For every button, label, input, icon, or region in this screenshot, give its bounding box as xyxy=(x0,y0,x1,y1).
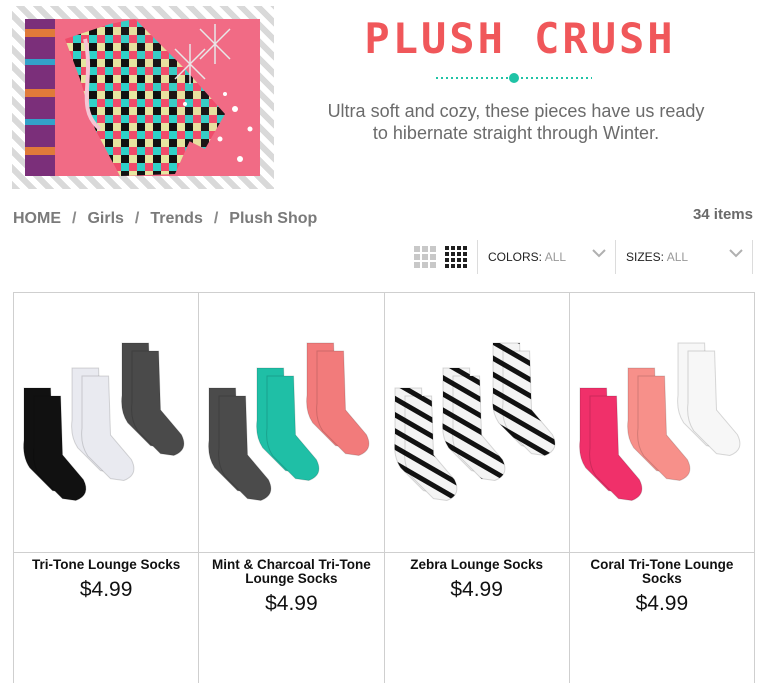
toolbar-divider xyxy=(615,240,616,274)
item-count: 34 items xyxy=(692,206,753,223)
product-price: $4.99 xyxy=(635,592,689,615)
product-price: $4.99 xyxy=(79,578,133,601)
breadcrumb-girls[interactable]: Girls xyxy=(87,210,123,227)
breadcrumb-separator: / xyxy=(72,210,77,227)
hero-description: Ultra soft and cozy, these pieces have u… xyxy=(300,100,732,144)
hero-description-line-2: to hibernate straight through Winter. xyxy=(372,123,660,143)
chevron-down-icon[interactable] xyxy=(729,248,743,258)
hero-title: PLUSH CRUSH xyxy=(364,14,676,63)
sizes-filter[interactable]: SIZES: ALL xyxy=(626,250,688,264)
product-image[interactable] xyxy=(384,293,569,553)
product-name[interactable]: Mint & Charcoal Tri-Tone Lounge Socks xyxy=(203,558,379,586)
colors-filter[interactable]: COLORS: ALL xyxy=(488,250,566,264)
breadcrumb-home[interactable]: HOME xyxy=(13,210,61,227)
chevron-down-icon[interactable] xyxy=(592,248,606,258)
colors-filter-label: COLORS: xyxy=(488,250,543,264)
hero-description-line-1: Ultra soft and cozy, these pieces have u… xyxy=(327,101,705,121)
sizes-filter-value: ALL xyxy=(666,250,689,264)
product-price: $4.99 xyxy=(265,592,318,615)
product-image[interactable] xyxy=(14,293,199,553)
product-name[interactable]: Coral Tri-Tone Lounge Socks xyxy=(574,558,750,586)
hero-divider xyxy=(436,73,592,83)
breadcrumb-separator: / xyxy=(134,210,140,227)
sock-shape xyxy=(686,350,741,457)
product-name[interactable]: Zebra Lounge Socks xyxy=(389,558,565,572)
product-grid: Tri-Tone Lounge Socks $4.99 Mint & Charc… xyxy=(13,292,755,683)
toolbar-divider xyxy=(752,240,753,274)
product-image[interactable] xyxy=(199,293,384,553)
product-card[interactable]: Mint & Charcoal Tri-Tone Lounge Socks $4… xyxy=(199,293,385,683)
breadcrumb: HOME / Girls / Trends / Plush Shop xyxy=(13,210,317,228)
grid-4-view-icon[interactable] xyxy=(445,246,467,268)
hero-image xyxy=(25,19,260,176)
product-price: $4.99 xyxy=(450,578,503,601)
sock-shape xyxy=(316,350,370,457)
breadcrumb-plush-shop[interactable]: Plush Shop xyxy=(229,210,317,227)
product-name[interactable]: Tri-Tone Lounge Socks xyxy=(18,558,194,572)
breadcrumb-separator: / xyxy=(213,210,219,227)
sizes-filter-label: SIZES: xyxy=(626,250,665,264)
breadcrumb-trends[interactable]: Trends xyxy=(150,210,202,227)
hero-image-frame xyxy=(12,6,274,189)
product-card[interactable]: Tri-Tone Lounge Socks $4.99 xyxy=(14,293,200,683)
sock-shape xyxy=(131,350,185,457)
sock-shape xyxy=(501,350,555,457)
product-image[interactable] xyxy=(569,293,754,553)
product-card[interactable]: Coral Tri-Tone Lounge Socks $4.99 xyxy=(569,293,754,683)
toolbar-divider xyxy=(477,240,478,274)
grid-3-view-icon[interactable] xyxy=(414,246,436,268)
colors-filter-value: ALL xyxy=(544,250,567,264)
product-card[interactable]: Zebra Lounge Socks $4.99 xyxy=(384,293,570,683)
